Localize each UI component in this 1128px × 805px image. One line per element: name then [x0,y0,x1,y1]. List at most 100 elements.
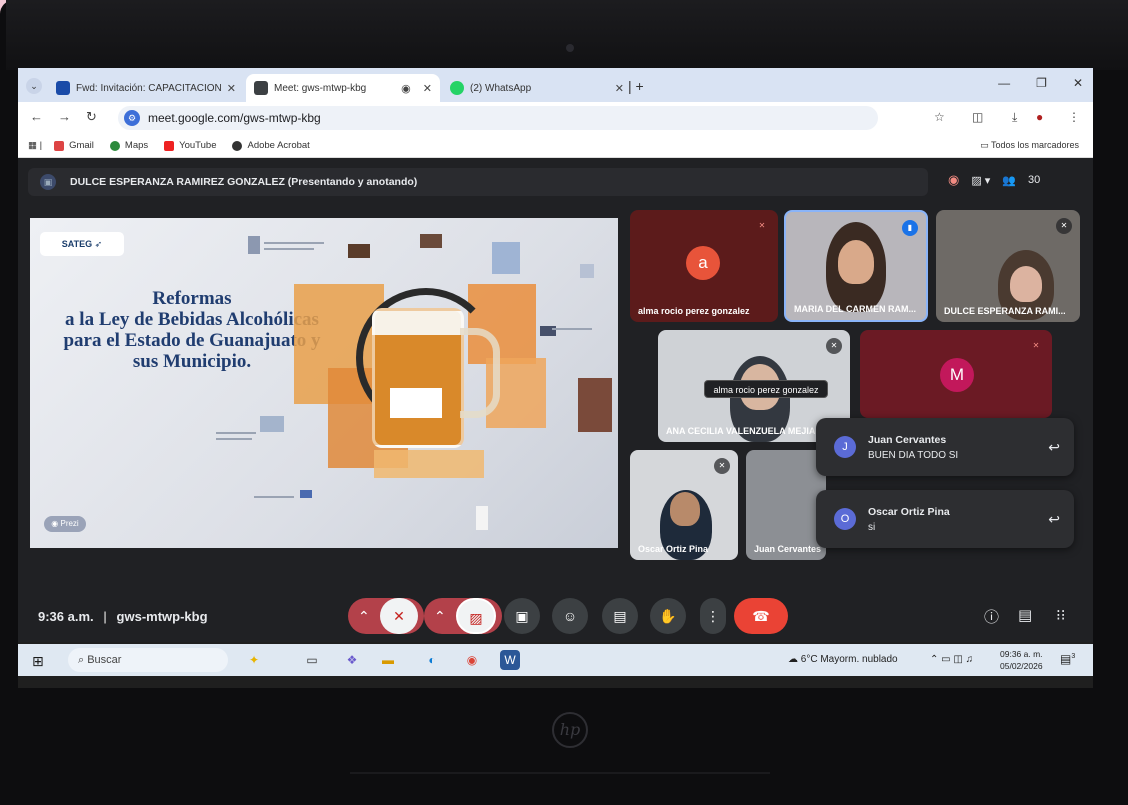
participant-tile[interactable]: ▮ MARIA DEL CARMEN RAM... [784,210,928,322]
meeting-details-icon[interactable]: ⓘ [984,606,999,627]
slide-text-line [264,248,314,250]
meeting-time: 9:36 a.m. [38,609,94,624]
presenter-banner: ▣ DULCE ESPERANZA RAMIREZ GONZALEZ (Pres… [28,168,928,196]
system-tray-icons[interactable]: ⌃ ▭ ◫ ♫ [930,654,973,665]
tab-search-chevron-icon[interactable]: ⌄ [26,78,42,94]
leave-call-button[interactable]: ☎ [734,598,788,634]
prezi-badge[interactable]: ◉ Prezi [44,516,86,532]
reply-arrow-icon[interactable]: ↩ [1048,439,1060,456]
windows-start-icon[interactable]: ⊞ [32,653,44,670]
shared-presentation: SATEG ➶ Reformas a la Ley de Bebidas Alc… [30,218,618,548]
maximize-icon[interactable]: ❐ [1036,76,1047,90]
site-info-icon[interactable]: ⚙ [124,110,140,126]
participant-tile[interactable]: M ✕ [860,330,1052,418]
address-bar[interactable]: ⚙ meet.google.com/gws-mtwp-kbg [118,106,878,130]
gmail-m-icon [56,81,70,95]
widgets-icon[interactable]: ❖ [342,650,362,670]
profile-avatar-icon[interactable]: ● [1036,110,1043,124]
captions-button[interactable]: ▤ [602,598,638,634]
gmail-icon [54,140,65,151]
tab-label: (2) WhatsApp [470,82,532,94]
participant-name: Oscar Ortiz Pina [638,544,709,554]
back-arrow-icon[interactable]: ← [30,109,43,124]
sateg-logo-text: SATEG [61,239,93,249]
sateg-logo: SATEG ➶ [40,232,124,256]
close-window-icon[interactable]: ✕ [1073,76,1083,90]
bookmark-star-icon[interactable]: ☆ [934,110,945,124]
search-placeholder: Buscar [87,654,122,666]
participant-tile[interactable]: Juan Cervantes [746,450,826,560]
close-tab-icon[interactable]: ✕ [615,82,624,95]
slide-thumbnail [492,242,520,274]
all-bookmarks-label: Todos los marcadores [990,140,1079,150]
notifications-icon[interactable]: ▤3 [1060,652,1075,666]
mic-off-icon: ✕ [826,338,842,354]
taskbar-clock[interactable]: 09:36 a. m. 05/02/2026 [1000,648,1043,672]
apps-grid-icon[interactable]: ▦ | [28,140,42,151]
participant-tile[interactable]: ✕ DULCE ESPERANZA RAMI... [936,210,1080,322]
minimize-icon[interactable]: — [998,76,1010,90]
participant-face [838,240,874,284]
edge-icon[interactable]: ◐ [422,650,442,670]
tab-gmail[interactable]: Fwd: Invitación: CAPACITACION ✕ [48,74,244,102]
chevron-up-icon: ⌃ [434,608,446,624]
reload-icon[interactable]: ↻ [86,109,97,125]
participant-tile[interactable]: ✕ Oscar Ortiz Pina [630,450,738,560]
tab-meet[interactable]: Meet: gws-mtwp-kbg ◉ ✕ [246,74,440,102]
whatsapp-icon [450,81,464,95]
download-icon[interactable]: ⤓ [1012,110,1017,125]
recording-icon[interactable]: ◉ [948,172,959,188]
chat-notification[interactable]: J Juan Cervantes BUEN DIA TODO SI ↩ [816,418,1074,476]
bookmark-gmail[interactable]: Gmail [54,140,94,151]
word-icon[interactable]: W [500,650,520,670]
kebab-menu-icon[interactable]: ⋮ [1068,110,1080,124]
present-screen-button[interactable]: ▣ [504,598,540,634]
reply-arrow-icon[interactable]: ↩ [1048,511,1060,528]
more-options-button[interactable]: ⋮ [700,598,726,634]
emoji-reactions-button[interactable]: ☺ [552,598,588,634]
chat-notification[interactable]: O Oscar Ortiz Pina si ↩ [816,490,1074,548]
chrome-icon[interactable]: ◉ [462,650,482,670]
laptop-screen: ⌄ Fwd: Invitación: CAPACITACION ✕ Meet: … [18,68,1093,688]
all-bookmarks-folder[interactable]: ▭ Todos los marcadores [980,140,1079,151]
decor-orange-block [374,450,484,478]
hp-logo: hp [552,712,588,748]
mic-toggle-button[interactable]: ✕ [380,598,418,634]
participant-tile[interactable]: a ✕ alma rocio perez gonzalez [630,210,778,322]
bookmark-youtube[interactable]: YouTube [164,140,216,151]
bookmark-maps[interactable]: Maps [109,140,148,151]
meet-icon [254,81,268,95]
bookmark-adobe-acrobat[interactable]: Adobe Acrobat [232,140,310,151]
slide-thumbnail [348,244,370,258]
participant-name: DULCE ESPERANZA RAMI... [944,306,1066,316]
meet-top-controls: ◉ ▨ ▾ 👥 30 [948,172,1040,188]
speaking-indicator-icon: ▮ [902,220,918,236]
clock-time: 09:36 a. m. [1000,649,1043,659]
maps-pin-icon [109,140,120,151]
tab-whatsapp[interactable]: (2) WhatsApp ✕ [442,74,632,102]
raise-hand-button[interactable]: ✋ [650,598,686,634]
meeting-code: gws-mtwp-kbg [116,609,208,624]
close-tab-icon[interactable]: ✕ [423,82,432,95]
tab-label: Fwd: Invitación: CAPACITACION [76,82,222,94]
taskbar-search[interactable]: ⌕ Buscar [68,648,228,672]
file-explorer-icon[interactable]: ▬ [378,650,398,670]
forward-arrow-icon[interactable]: → [58,109,71,124]
participants-icon[interactable]: 👥 [1002,174,1016,187]
slide-thumbnail [300,490,312,498]
camera-off-icon[interactable]: ▨ ▾ [971,174,990,187]
notification-count: 3 [1071,653,1076,660]
new-tab-plus-icon[interactable]: | + [628,78,644,94]
camera-toggle-button[interactable]: ▨ [456,598,496,634]
recording-indicator-icon: ◉ [401,82,411,95]
activities-grid-icon[interactable]: ⁝⁝ [1056,606,1066,624]
youtube-icon [164,140,175,151]
extensions-icon[interactable]: ◫ [972,110,983,124]
chat-message: BUEN DIA TODO SI [868,449,959,461]
copilot-sparkle-icon[interactable]: ✦ [244,650,264,670]
browser-tab-bar: ⌄ Fwd: Invitación: CAPACITACION ✕ Meet: … [18,68,1093,102]
chat-icon[interactable]: ▤ [1018,606,1032,624]
task-view-icon[interactable]: ▭ [302,650,322,670]
weather-widget[interactable]: ☁ 6°C Mayorm. nublado [788,654,898,665]
close-tab-icon[interactable]: ✕ [227,82,236,95]
